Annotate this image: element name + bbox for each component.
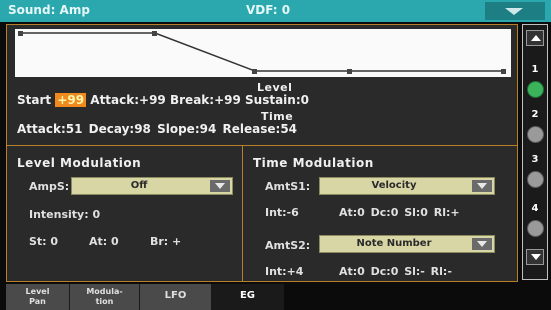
time-attack[interactable]: Attack:51 [17,122,82,136]
level-attack[interactable]: Attack:+99 [90,93,166,107]
env-point-break [252,69,257,74]
header-bar: Sound: Amp VDF: 0 [0,0,551,22]
tab-label-line2: Pan [29,297,46,306]
env-point-start [18,31,23,36]
int2-field[interactable]: Int:+4 [265,265,303,278]
tab-modulation[interactable]: Modula- tion [70,284,140,310]
level-break[interactable]: Break:+99 [170,93,241,107]
level-row: Start +99 Attack:+99 Break:+99 Sustain:0 [17,93,309,107]
amts1-value: Velocity [371,180,417,191]
bottom-tabs: Level Pan Modula- tion LFO EG [6,284,518,310]
amps-dropdown[interactable]: Off [71,177,233,195]
time-slope[interactable]: Slope:94 [157,122,216,136]
page-number-4: 4 [531,203,539,214]
dropdown-arrow-icon [472,238,492,250]
tab-eg[interactable]: EG [212,284,284,310]
amts1-params[interactable]: At:0 Dc:0 Sl:0 Rl:+ [339,206,460,219]
dropdown-arrow-icon [210,180,230,192]
int1-field[interactable]: Int:-6 [265,206,299,219]
time-release[interactable]: Release:54 [223,122,298,136]
page-indicator-4[interactable] [527,220,544,237]
vdf-indicator: VDF: 0 [246,3,291,17]
time-decay[interactable]: Decay:98 [89,122,151,136]
tab-label: LFO [164,290,187,301]
env-point-attack [152,31,157,36]
tab-level-pan[interactable]: Level Pan [6,284,70,310]
horizontal-divider [7,145,517,146]
page-indicator-2[interactable] [527,126,544,143]
amts2-params[interactable]: At:0 Dc:0 Sl:- Rl:- [339,265,452,278]
env-point-release [501,69,506,74]
vertical-divider [242,146,243,281]
amts1-dropdown[interactable]: Velocity [319,177,495,195]
tab-label-line1: Modula- [86,287,123,296]
tab-lfo[interactable]: LFO [140,284,212,310]
env-point-sustain [347,69,352,74]
level-modulation-title: Level Modulation [17,156,142,170]
envelope-graph[interactable] [15,29,511,77]
page-menu-button[interactable] [485,2,545,20]
amts2-label: AmtS2: [265,239,311,252]
envelope-curve [18,31,506,74]
page-number-1: 1 [531,64,539,75]
time-modulation-title: Time Modulation [253,156,374,170]
st-field[interactable]: St: 0 [29,235,58,248]
amts1-label: AmtS1: [265,180,311,193]
amts2-value: Note Number [356,238,432,249]
amts2-dropdown[interactable]: Note Number [319,235,495,253]
amps-label: AmpS: [29,180,70,193]
start-label: Start [17,93,52,107]
page-number-2: 2 [531,109,539,120]
arrow-down-icon [531,254,541,260]
main-panel: Level Start +99 Attack:+99 Break:+99 Sus… [6,24,518,282]
arrow-up-icon [531,35,541,41]
dropdown-arrow-icon [472,180,492,192]
chevron-down-icon [505,8,523,15]
at-field[interactable]: At: 0 [89,235,119,248]
tab-label-line1: Level [25,287,50,296]
amps-value: Off [130,180,148,191]
page-number-3: 3 [531,154,539,165]
level-sustain[interactable]: Sustain:0 [245,93,309,107]
scroll-down-button[interactable] [526,249,544,265]
intensity-field[interactable]: Intensity: 0 [29,208,100,221]
time-row: Attack:51 Decay:98 Slope:94 Release:54 [17,122,297,136]
page-indicator-3[interactable] [527,171,544,188]
tab-label-line2: tion [95,297,114,306]
start-value-field[interactable]: +99 [55,93,87,107]
scroll-up-button[interactable] [526,30,544,46]
tab-label: EG [239,290,256,301]
page-title: Sound: Amp [8,3,90,17]
side-scroll-bar: 1 2 3 4 [522,24,548,280]
br-field[interactable]: Br: + [150,235,181,248]
page-indicator-1[interactable] [527,81,544,98]
